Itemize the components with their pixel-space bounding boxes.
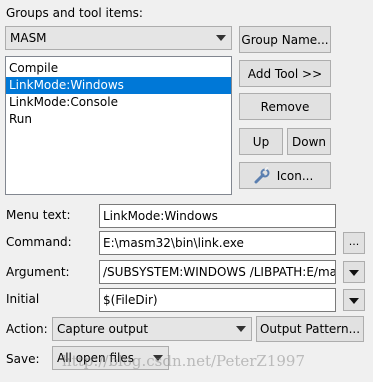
action-select-value: Capture output (57, 322, 149, 336)
list-item[interactable]: LinkMode:Windows (6, 77, 231, 94)
menu-text-field[interactable]: LinkMode:Windows (99, 204, 336, 228)
initial-dir-field[interactable]: $(FileDir) (99, 288, 336, 312)
down-button[interactable]: Down (287, 128, 331, 155)
output-pattern-button[interactable]: Output Pattern... (256, 316, 364, 342)
command-label: Command: (6, 235, 72, 249)
chevron-down-icon (216, 35, 226, 41)
command-browse-button[interactable]: ... (343, 232, 365, 254)
argument-label: Argument: (6, 265, 70, 279)
wrench-icon (254, 167, 270, 184)
icon-button[interactable]: Icon... (239, 162, 331, 189)
argument-menu-button[interactable] (343, 261, 365, 283)
command-field[interactable]: E:\masm32\bin\link.exe (99, 231, 336, 255)
initial-menu-button[interactable] (343, 289, 365, 311)
tool-list[interactable]: Compile LinkMode:Windows LinkMode:Consol… (5, 56, 232, 195)
argument-field[interactable]: /SUBSYSTEM:WINDOWS /LIBPATH:E/ma (99, 260, 336, 284)
up-button[interactable]: Up (239, 128, 283, 155)
action-select[interactable]: Capture output (52, 317, 252, 341)
add-tool-button[interactable]: Add Tool >> (239, 60, 331, 87)
initial-label: Initial (6, 292, 40, 306)
group-select[interactable]: MASM (5, 26, 232, 50)
menu-text-label: Menu text: (6, 208, 71, 222)
list-item[interactable]: Run (6, 111, 231, 128)
save-label: Save: (6, 352, 40, 366)
chevron-down-icon (236, 326, 246, 332)
watermark: http://blog.csdn.net/PeterZ1997 (62, 352, 305, 370)
chevron-down-icon (349, 298, 359, 304)
list-item[interactable]: LinkMode:Console (6, 94, 231, 111)
list-item[interactable]: Compile (6, 60, 231, 77)
group-name-button[interactable]: Group Name... (239, 26, 331, 53)
action-label: Action: (6, 322, 48, 336)
remove-button[interactable]: Remove (239, 93, 331, 120)
groups-label: Groups and tool items: (6, 6, 143, 20)
icon-button-label: Icon... (276, 169, 314, 183)
group-select-value: MASM (10, 31, 47, 45)
chevron-down-icon (349, 270, 359, 276)
